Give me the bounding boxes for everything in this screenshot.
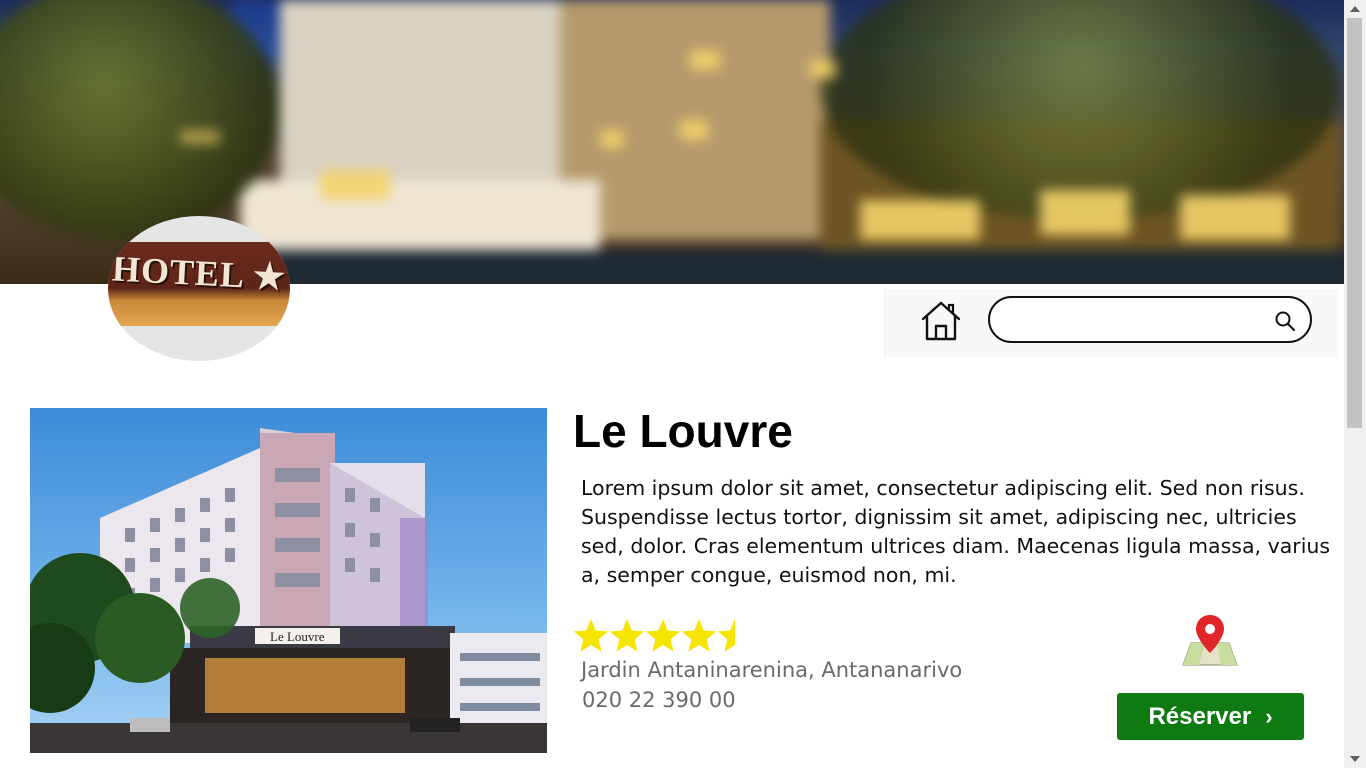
logo-text: HOTEL [111, 248, 245, 296]
chevron-right-icon: › [1265, 703, 1273, 729]
scrollbar[interactable] [1344, 0, 1366, 768]
search-box [988, 296, 1312, 343]
hotel-address: Jardin Antaninarenina, Antananarivo [581, 658, 963, 682]
reserve-label: Réserver [1148, 702, 1252, 730]
toolbar [884, 289, 1337, 357]
star-icon [609, 619, 645, 652]
home-icon [921, 301, 961, 341]
hotel-photo: Le Louvre [30, 408, 547, 753]
star-icon [573, 619, 609, 652]
scroll-down-arrow[interactable] [1344, 750, 1366, 768]
hotel-description: Lorem ipsum dolor sit amet, consectetur … [581, 476, 1331, 587]
star-icon [717, 619, 752, 652]
search-button[interactable] [1274, 310, 1296, 332]
scrollbar-thumb[interactable] [1347, 18, 1362, 428]
star-icon [681, 619, 717, 652]
hotel-phone: 020 22 390 00 [582, 688, 736, 712]
rating-stars [573, 619, 752, 652]
star-icon: ★ [251, 255, 288, 298]
search-icon [1275, 311, 1296, 332]
hotel-name: Le Louvre [573, 405, 793, 457]
search-input[interactable] [1008, 306, 1272, 336]
map-pin-icon [1182, 615, 1238, 666]
home-button[interactable] [917, 297, 965, 345]
map-button[interactable] [1181, 613, 1239, 667]
photo-sign: Le Louvre [270, 629, 325, 644]
hotel-logo[interactable]: HOTEL ★ [108, 216, 290, 361]
scroll-up-arrow[interactable] [1344, 0, 1366, 18]
reserve-button[interactable]: Réserver › [1117, 693, 1304, 740]
star-icon [645, 619, 681, 652]
